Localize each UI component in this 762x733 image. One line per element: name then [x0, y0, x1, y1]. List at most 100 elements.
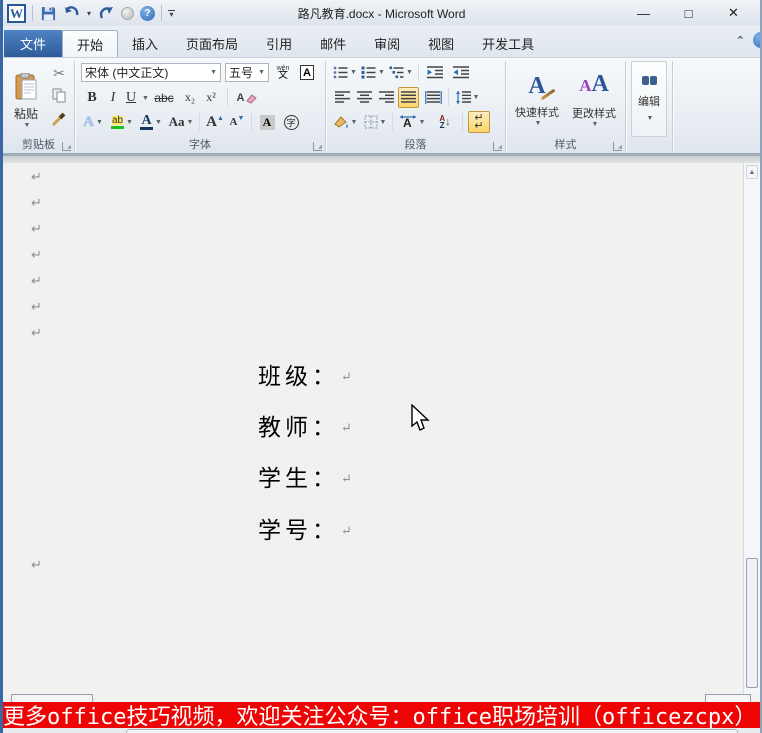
shrink-font-icon: A: [229, 116, 238, 128]
doc-line-student[interactable]: 学生： ↵: [258, 459, 352, 493]
font-dialog-launcher[interactable]: [313, 142, 322, 151]
tab-mailings[interactable]: 邮件: [306, 30, 360, 57]
distribute-icon: [424, 91, 442, 104]
shrink-font-button[interactable]: A ▼: [227, 112, 247, 132]
justify-button[interactable]: [398, 87, 419, 108]
vertical-scrollbar[interactable]: ▲: [743, 163, 760, 695]
paragraph-marks-icon: ↵ ↵: [474, 112, 484, 132]
text-effects-button[interactable]: A ▼: [81, 112, 105, 132]
tab-home[interactable]: 开始: [62, 30, 119, 57]
character-shading-button[interactable]: A: [257, 112, 277, 132]
text-effects-icon: A: [83, 113, 94, 130]
title-bar: W ▾ ? ▾ 路凡教育.docx - Microsoft Word — □ ✕: [3, 0, 760, 26]
font-color-button[interactable]: A ▼: [139, 112, 163, 132]
multilevel-list-icon: [389, 66, 404, 78]
italic-button[interactable]: I: [105, 88, 121, 107]
paragraph-mark: ↵: [341, 370, 352, 385]
doc-line-class[interactable]: 班级： ↵: [258, 357, 352, 391]
font-size-combobox[interactable]: 五号 ▼: [225, 63, 269, 82]
tab-file[interactable]: 文件: [4, 30, 63, 57]
document-page[interactable]: ↵ ↵ ↵ ↵ ↵ ↵ ↵ 班级： ↵ 教师： ↵ 学生： ↵ 学号： ↵ ↵: [3, 163, 744, 702]
numbering-button[interactable]: ▼: [360, 63, 386, 81]
doc-line-student-id[interactable]: 学号： ↵: [258, 511, 352, 545]
borders-icon: [364, 115, 378, 129]
font-group: 宋体 (中文正文) ▼ 五号 ▼ wén 文 A B I U ▼ abc x₂ x² …: [75, 58, 325, 154]
quick-styles-button[interactable]: A 快速样式 ▼: [510, 62, 564, 138]
doc-line-teacher[interactable]: 教师： ↵: [258, 408, 352, 442]
paste-caret-icon: ▼: [23, 122, 31, 129]
multilevel-list-button[interactable]: ▼: [388, 63, 414, 81]
page-top-band: [3, 156, 760, 163]
show-hide-marks-button[interactable]: ↵ ↵: [468, 111, 490, 133]
change-case-button[interactable]: Aa ▼: [167, 112, 195, 132]
increase-indent-button[interactable]: [450, 63, 472, 81]
align-center-button[interactable]: [354, 88, 374, 107]
shading-button[interactable]: ▼: [332, 112, 358, 132]
asian-layout-button[interactable]: A ▼: [397, 112, 427, 132]
phonetic-guide-button[interactable]: wén 文: [273, 62, 293, 82]
tab-page-layout[interactable]: 页面布局: [172, 30, 252, 57]
paste-button[interactable]: 粘贴 ▼: [9, 62, 43, 140]
enclose-characters-icon: 字: [283, 114, 299, 130]
paragraph-mark: ↵: [341, 524, 352, 539]
paragraph-mark: ↵: [341, 472, 352, 487]
highlight-color-button[interactable]: ab ▼: [108, 112, 136, 132]
format-painter-icon: [51, 112, 66, 127]
chevron-down-icon: ▼: [258, 69, 265, 76]
bullets-button[interactable]: ▼: [332, 63, 358, 81]
grow-font-icon: A: [206, 113, 217, 130]
paragraph-mark: ↵: [31, 273, 42, 288]
binoculars-icon: [641, 76, 657, 85]
clipboard-dialog-launcher[interactable]: [62, 142, 71, 151]
clipboard-group: 粘贴 ▼ ✂ 剪贴板: [3, 58, 74, 154]
status-bar-strip: [3, 728, 760, 733]
tab-references[interactable]: 引用: [252, 30, 306, 57]
strikethrough-button[interactable]: abc: [151, 88, 177, 107]
enclose-characters-button[interactable]: 字: [281, 112, 301, 132]
tab-view[interactable]: 视图: [414, 30, 468, 57]
copy-button[interactable]: [49, 86, 69, 104]
mouse-cursor: [411, 404, 430, 433]
tab-review[interactable]: 审阅: [360, 30, 414, 57]
change-styles-button[interactable]: AA 更改样式 ▼: [566, 62, 622, 138]
character-border-button[interactable]: A: [297, 62, 317, 82]
character-border-icon: A: [300, 64, 314, 80]
font-name-combobox[interactable]: 宋体 (中文正文) ▼: [81, 63, 221, 82]
borders-button[interactable]: ▼: [362, 112, 388, 132]
tab-insert[interactable]: 插入: [118, 30, 172, 57]
paragraph-mark: ↵: [31, 325, 42, 340]
editing-button[interactable]: 编辑 ▼: [631, 61, 667, 137]
underline-caret-icon[interactable]: ▼: [142, 95, 149, 102]
clear-formatting-icon: A: [236, 91, 245, 104]
styles-dialog-launcher[interactable]: [613, 142, 622, 151]
cut-button[interactable]: ✂: [49, 64, 69, 82]
close-button[interactable]: ✕: [711, 2, 756, 24]
paint-bucket-icon: [333, 116, 348, 128]
format-painter-button[interactable]: [49, 110, 69, 128]
paragraph-group: ▼ ▼ ▼ ▼ ▼ ▼ A ▼ A Z ↓ ↵ ↵ 段落 ◢: [326, 58, 505, 154]
minimize-button[interactable]: —: [621, 2, 666, 24]
grow-font-button[interactable]: A ▲: [205, 112, 225, 132]
collapse-ribbon-icon[interactable]: ⌃: [736, 34, 745, 47]
font-color-icon: A: [140, 112, 154, 130]
ribbon-help-icon[interactable]: [753, 32, 760, 48]
scrollbar-thumb[interactable]: [746, 558, 758, 688]
superscript-button[interactable]: x²: [202, 88, 220, 107]
clear-formatting-button[interactable]: A: [235, 88, 259, 107]
copy-icon: [52, 88, 66, 102]
tab-developer[interactable]: 开发工具: [468, 30, 548, 57]
underline-button[interactable]: U: [123, 88, 139, 107]
distribute-button[interactable]: [422, 88, 444, 107]
align-right-button[interactable]: [376, 88, 396, 107]
paragraph-dialog-launcher[interactable]: [493, 142, 502, 151]
line-spacing-button[interactable]: ▼: [453, 88, 481, 107]
change-case-icon: Aa: [168, 114, 185, 129]
horizontal-scrollbar-track[interactable]: [126, 729, 738, 733]
sort-button[interactable]: A Z ↓: [432, 112, 458, 132]
bold-button[interactable]: B: [83, 88, 101, 107]
align-left-button[interactable]: [332, 88, 352, 107]
decrease-indent-button[interactable]: [424, 63, 446, 81]
scroll-up-icon[interactable]: ▲: [746, 165, 758, 179]
maximize-button[interactable]: □: [666, 2, 711, 24]
subscript-button[interactable]: x₂: [181, 88, 199, 107]
